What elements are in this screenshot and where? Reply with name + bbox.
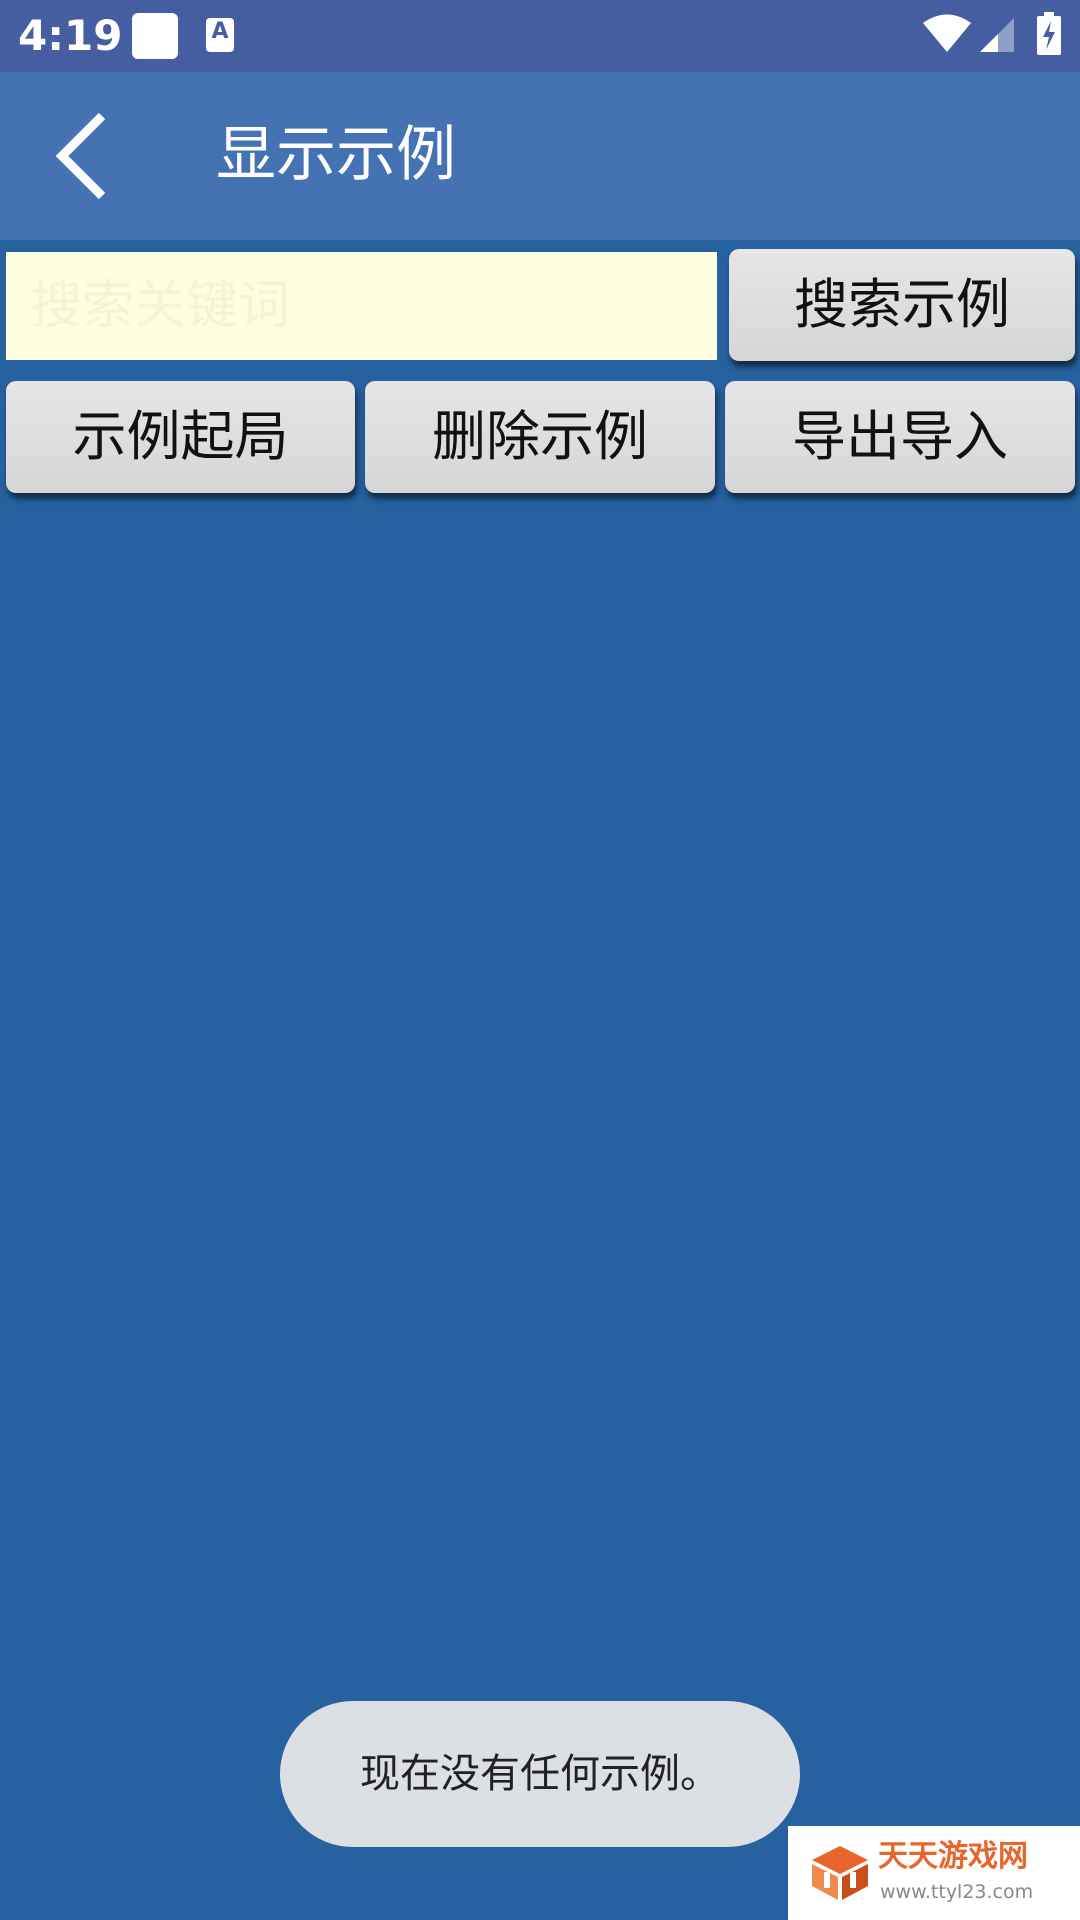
toast-message: 现在没有任何示例。	[280, 1701, 800, 1847]
status-time: 4:19	[18, 11, 123, 60]
battery-charging-icon	[1037, 12, 1061, 55]
notification-square-icon	[132, 13, 178, 59]
back-button[interactable]	[44, 110, 124, 200]
wifi-icon	[923, 14, 971, 52]
watermark: 天天游戏网 www.ttyl23.com	[788, 1826, 1080, 1920]
app-bar: 显示示例	[0, 72, 1080, 240]
export-import-button[interactable]: 导出导入	[725, 381, 1075, 493]
keyboard-a-glyph: A	[211, 19, 229, 44]
start-example-button[interactable]: 示例起局	[6, 381, 355, 493]
watermark-logo-icon	[812, 1846, 868, 1900]
chevron-left-icon	[55, 112, 106, 200]
cell-signal-icon	[980, 18, 1014, 52]
search-examples-button[interactable]: 搜索示例	[729, 249, 1075, 361]
keyboard-a-icon: A	[206, 18, 234, 52]
watermark-title: 天天游戏网	[878, 1839, 1028, 1874]
watermark-url: www.ttyl23.com	[880, 1881, 1034, 1903]
status-bar: 4:19 A	[0, 0, 1080, 72]
page-title: 显示示例	[216, 120, 456, 190]
search-input[interactable]	[6, 252, 717, 360]
delete-example-button[interactable]: 删除示例	[365, 381, 715, 493]
